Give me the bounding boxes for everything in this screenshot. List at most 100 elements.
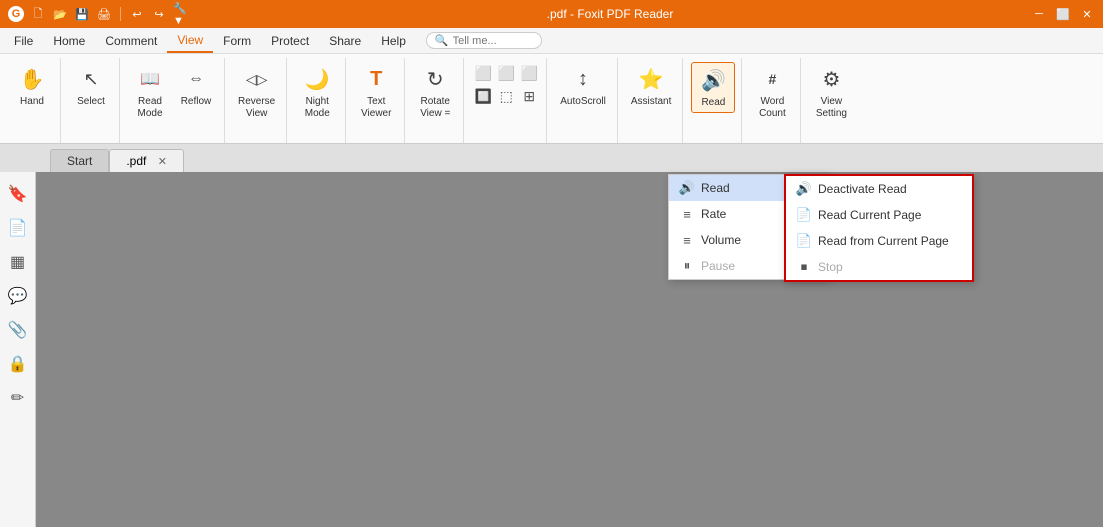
read-mode-icon: 📖 xyxy=(136,65,164,93)
read-mode-btn[interactable]: 📖 ReadMode xyxy=(128,62,172,123)
restore-btn[interactable]: ⬜ xyxy=(1055,6,1071,22)
assistant-icon: ⭐ xyxy=(637,65,665,93)
read-from-current-page-label: Read from Current Page xyxy=(818,234,949,248)
menu-file[interactable]: File xyxy=(4,28,43,53)
menu-protect[interactable]: Protect xyxy=(261,28,319,53)
tab-close-btn[interactable]: ✕ xyxy=(158,156,167,168)
new-btn[interactable]: 🗋 xyxy=(30,6,46,22)
view-setting-label: ViewSetting xyxy=(816,96,847,120)
reverse-view-label: ReverseView xyxy=(238,96,275,120)
view-setting-btn[interactable]: ⚙ ViewSetting xyxy=(809,62,853,123)
menu-form[interactable]: Form xyxy=(213,28,261,53)
title-text: .pdf - Foxit PDF Reader xyxy=(547,7,674,21)
submenu-stop: ⏹ Stop xyxy=(786,254,972,280)
read-btn[interactable]: 🔊 Read xyxy=(691,62,735,113)
text-viewer-label: TextViewer xyxy=(361,96,391,120)
assistant-label: Assistant xyxy=(631,96,672,108)
reverse-view-icon: ◁▷ xyxy=(243,65,271,93)
rotate-view-btn[interactable]: ↻ RotateView = xyxy=(413,62,457,123)
submenu-deactivate-read[interactable]: 🔊 Deactivate Read xyxy=(786,176,972,202)
pause-icon: ⏸ xyxy=(679,258,695,274)
night-mode-btn[interactable]: 🌙 NightMode xyxy=(295,62,339,123)
sidebar-bookmark[interactable]: 🔖 xyxy=(4,180,32,208)
autoscroll-btn[interactable]: ↕ AutoScroll xyxy=(555,62,611,111)
menu-home[interactable]: Home xyxy=(43,28,95,53)
ribbon-group-text: T TextViewer xyxy=(348,58,405,143)
stop-label: Stop xyxy=(818,260,843,274)
menu-comment[interactable]: Comment xyxy=(95,28,167,53)
search-bar[interactable]: 🔍 xyxy=(426,32,542,49)
open-btn[interactable]: 📂 xyxy=(52,6,68,22)
sidebar-attachment[interactable]: 📎 xyxy=(4,316,32,344)
ribbon-group-read: 🔊 Read xyxy=(685,58,742,143)
read-submenu: 🔊 Deactivate Read 📄 Read Current Page 📄 … xyxy=(784,174,974,282)
sidebar-layers[interactable]: ▦ xyxy=(4,248,32,276)
autoscroll-icon: ↕ xyxy=(569,65,597,93)
deactivate-read-icon: 🔊 xyxy=(796,181,812,197)
close-btn[interactable]: ✕ xyxy=(1079,6,1095,22)
grid-btn-2[interactable]: ⬜ xyxy=(495,62,517,84)
title-bar-left: G 🗋 📂 💾 🖨 ↩ ↪ 🔧▼ xyxy=(8,6,189,22)
dropdown-rate-label: Rate xyxy=(701,207,726,221)
submenu-read-from-current-page[interactable]: 📄 Read from Current Page xyxy=(786,228,972,254)
grid-btn-6[interactable]: ⊞ xyxy=(518,85,540,107)
ribbon-group-hand: ✋ Hand xyxy=(4,58,61,143)
save-btn[interactable]: 💾 xyxy=(74,6,90,22)
night-mode-label: NightMode xyxy=(305,96,330,120)
ribbon-group-viewsetting: ⚙ ViewSetting xyxy=(803,58,859,143)
ribbon-group-reverse: ◁▷ ReverseView xyxy=(227,58,287,143)
sidebar-security[interactable]: 🔒 xyxy=(4,350,32,378)
rotate-view-icon: ↻ xyxy=(421,65,449,93)
read-mode-label: ReadMode xyxy=(137,96,162,120)
autoscroll-label: AutoScroll xyxy=(560,96,606,108)
tab-pdf-label: .pdf xyxy=(126,154,146,168)
minimize-btn[interactable]: ─ xyxy=(1031,6,1047,22)
select-icon: ↖ xyxy=(77,65,105,93)
stop-icon: ⏹ xyxy=(796,259,812,275)
hand-btn[interactable]: ✋ Hand xyxy=(10,62,54,111)
undo-btn[interactable]: ↩ xyxy=(129,6,145,22)
grid-btn-3[interactable]: ⬜ xyxy=(518,62,540,84)
reflow-btn[interactable]: ⇔ Reflow xyxy=(174,62,218,111)
submenu-read-current-page[interactable]: 📄 Read Current Page xyxy=(786,202,972,228)
sidebar-sign[interactable]: ✏ xyxy=(4,384,32,412)
dropdown-pause-label: Pause xyxy=(701,259,735,273)
text-viewer-icon: T xyxy=(362,65,390,93)
ribbon-group-assistant: ⭐ Assistant xyxy=(620,58,684,143)
read-label: Read xyxy=(701,97,725,109)
search-input[interactable] xyxy=(453,35,533,47)
menu-view[interactable]: View xyxy=(167,28,213,53)
tab-pdf[interactable]: .pdf ✕ xyxy=(109,149,184,172)
assistant-btn[interactable]: ⭐ Assistant xyxy=(626,62,677,111)
word-count-icon: # xyxy=(758,65,786,93)
read-dropdown-icon: 🔊 xyxy=(679,180,695,196)
volume-icon: ≡ xyxy=(679,232,695,248)
sidebar-pages[interactable]: 📄 xyxy=(4,214,32,242)
title-bar: G 🗋 📂 💾 🖨 ↩ ↪ 🔧▼ .pdf - Foxit PDF Reader… xyxy=(0,0,1103,28)
word-count-btn[interactable]: # WordCount xyxy=(750,62,794,123)
app-icon: G xyxy=(8,6,24,22)
select-btn[interactable]: ↖ Select xyxy=(69,62,113,111)
menu-help[interactable]: Help xyxy=(371,28,416,53)
grid-btn-4[interactable]: 🔲 xyxy=(472,85,494,107)
hand-icon: ✋ xyxy=(18,65,46,93)
grid-btn-1[interactable]: ⬜ xyxy=(472,62,494,84)
print-btn[interactable]: 🖨 xyxy=(96,6,112,22)
hand-label: Hand xyxy=(20,96,44,108)
dropdown-volume-label: Volume xyxy=(701,233,741,247)
reverse-view-btn[interactable]: ◁▷ ReverseView xyxy=(233,62,280,123)
menu-share[interactable]: Share xyxy=(319,28,371,53)
customize-btn[interactable]: 🔧▼ xyxy=(173,6,189,22)
grid-btn-5[interactable]: ⬚ xyxy=(495,85,517,107)
divider xyxy=(120,7,121,21)
read-icon: 🔊 xyxy=(699,66,727,94)
tabs-bar: Start .pdf ✕ xyxy=(0,144,1103,172)
rate-icon: ≡ xyxy=(679,206,695,222)
read-from-icon: 📄 xyxy=(796,233,812,249)
ribbon-group-autoscroll: ↕ AutoScroll xyxy=(549,58,618,143)
sidebar-comment[interactable]: 💬 xyxy=(4,282,32,310)
redo-btn[interactable]: ↪ xyxy=(151,6,167,22)
tab-start[interactable]: Start xyxy=(50,149,109,172)
menu-bar: File Home Comment View Form Protect Shar… xyxy=(0,28,1103,54)
text-viewer-btn[interactable]: T TextViewer xyxy=(354,62,398,123)
